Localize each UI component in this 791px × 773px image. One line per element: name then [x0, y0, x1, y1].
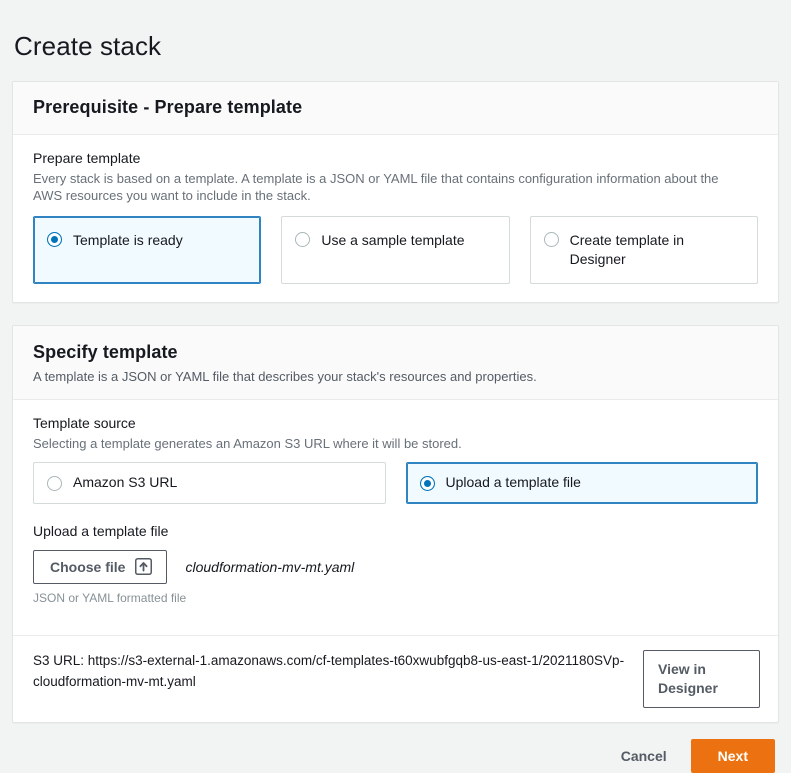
- specify-template-card-header: Specify template A template is a JSON or…: [13, 326, 778, 400]
- template-source-option-label: Amazon S3 URL: [73, 473, 177, 492]
- prepare-template-option-label: Template is ready: [73, 231, 183, 250]
- template-source-option-upload-a-template-file[interactable]: Upload a template file: [406, 462, 759, 504]
- prepare-template-option-label: Use a sample template: [321, 231, 464, 250]
- template-source-option-label: Upload a template file: [446, 473, 581, 492]
- radio-unselected-icon[interactable]: [544, 232, 559, 247]
- template-source-description: Selecting a template generates an Amazon…: [33, 435, 733, 452]
- page-title: Create stack: [0, 17, 791, 63]
- template-source-label: Template source: [33, 414, 758, 433]
- prepare-template-label: Prepare template: [33, 149, 758, 168]
- prerequisite-card: Prerequisite - Prepare template Prepare …: [12, 81, 779, 303]
- prerequisite-card-body: Prepare template Every stack is based on…: [13, 135, 778, 302]
- next-button[interactable]: Next: [691, 739, 775, 773]
- radio-unselected-icon[interactable]: [47, 476, 62, 491]
- prepare-template-description: Every stack is based on a template. A te…: [33, 170, 733, 204]
- create-stack-page: Create stack Prerequisite - Prepare temp…: [0, 17, 791, 729]
- prerequisite-card-header: Prerequisite - Prepare template: [13, 82, 778, 135]
- s3-url-label: S3 URL:: [33, 653, 84, 668]
- prerequisite-card-title: Prerequisite - Prepare template: [33, 97, 758, 118]
- specify-template-card-body: Template source Selecting a template gen…: [13, 400, 778, 635]
- radio-selected-icon[interactable]: [47, 232, 62, 247]
- specify-template-card: Specify template A template is a JSON or…: [12, 325, 779, 723]
- radio-unselected-icon[interactable]: [295, 232, 310, 247]
- s3-url-strip: S3 URL: https://s3-external-1.amazonaws.…: [13, 635, 778, 722]
- prepare-template-option-template-is-ready[interactable]: Template is ready: [33, 216, 261, 284]
- specify-template-card-description: A template is a JSON or YAML file that d…: [33, 368, 758, 385]
- s3-url-value: https://s3-external-1.amazonaws.com/cf-t…: [33, 653, 624, 689]
- view-in-designer-button[interactable]: View in Designer: [643, 650, 760, 708]
- choose-file-button[interactable]: Choose file: [33, 550, 167, 584]
- footer-actions: Cancel Next: [0, 723, 791, 773]
- upload-icon: [135, 558, 152, 575]
- prepare-template-option-use-a-sample-template[interactable]: Use a sample template: [281, 216, 509, 284]
- prepare-template-option-group: Template is ready Use a sample template …: [33, 216, 758, 284]
- cancel-button[interactable]: Cancel: [615, 740, 673, 772]
- template-source-option-amazon-s3-url[interactable]: Amazon S3 URL: [33, 462, 386, 504]
- prepare-template-option-label: Create template in Designer: [570, 231, 743, 269]
- upload-file-format-hint: JSON or YAML formatted file: [33, 591, 758, 605]
- choose-file-button-label: Choose file: [50, 558, 125, 576]
- upload-template-file-row: Choose file cloudformation-mv-mt.yaml: [33, 550, 758, 584]
- upload-template-file-block: Upload a template file Choose file cloud: [33, 522, 758, 605]
- template-source-option-group: Amazon S3 URL Upload a template file: [33, 462, 758, 504]
- s3-url-text: S3 URL: https://s3-external-1.amazonaws.…: [33, 650, 629, 692]
- upload-template-file-label: Upload a template file: [33, 522, 758, 541]
- specify-template-card-title: Specify template: [33, 342, 758, 363]
- prepare-template-option-create-template-in-designer[interactable]: Create template in Designer: [530, 216, 758, 284]
- selected-file-name: cloudformation-mv-mt.yaml: [185, 559, 354, 575]
- radio-selected-icon[interactable]: [420, 476, 435, 491]
